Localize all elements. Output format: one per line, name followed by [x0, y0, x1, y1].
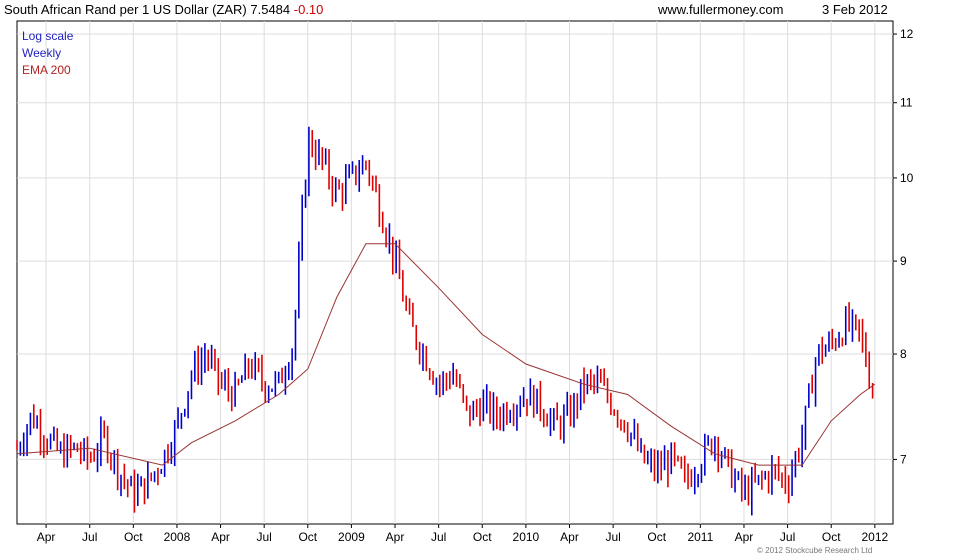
x-tick-label: Jul [431, 530, 446, 544]
y-tick-label: 7 [900, 452, 907, 466]
x-tick-label: Apr [386, 530, 405, 544]
y-tick-label: 8 [900, 347, 907, 361]
x-axis: Apr Jul Oct 2008 Apr Jul Oct 2009 Apr Jul Oct 2010 A… [37, 524, 888, 544]
x-tick-label: Oct [298, 530, 317, 544]
x-tick-label: Apr [735, 530, 754, 544]
x-tick-label: 2010 [513, 530, 540, 544]
x-tick-label: Apr [211, 530, 230, 544]
chart-svg: 7 8 9 10 11 12 Apr Jul Oct 2008 Apr Jul Oct 2009 Apr J… [16, 20, 914, 544]
plot-area [16, 20, 894, 525]
y-tick-label: 9 [900, 254, 907, 268]
x-tick-label: Oct [124, 530, 143, 544]
x-tick-label: 2009 [338, 530, 365, 544]
y-tick-label: 10 [900, 171, 914, 185]
x-tick-label: Apr [560, 530, 579, 544]
x-tick-label: Oct [473, 530, 492, 544]
x-tick-label: Jul [82, 530, 97, 544]
x-tick-label: Jul [605, 530, 620, 544]
x-tick-label: Jul [256, 530, 271, 544]
x-tick-label: Oct [647, 530, 666, 544]
x-tick-label: Apr [37, 530, 56, 544]
legend-ema-200: EMA 200 [22, 63, 71, 77]
x-tick-label: 2011 [687, 530, 713, 544]
y-tick-label: 11 [900, 96, 913, 110]
legend: Log scale Weekly EMA 200 [22, 28, 73, 79]
y-axis: 7 8 9 10 11 12 [893, 27, 914, 466]
copyright-text: © 2012 Stockcube Research Ltd [757, 546, 873, 555]
x-tick-label: 2012 [861, 530, 888, 544]
x-tick-label: Jul [780, 530, 795, 544]
legend-weekly: Weekly [22, 46, 62, 60]
x-tick-label: Oct [822, 530, 841, 544]
legend-log-scale: Log scale [22, 29, 74, 43]
x-tick-label: 2008 [164, 530, 191, 544]
y-tick-label: 12 [900, 27, 914, 41]
